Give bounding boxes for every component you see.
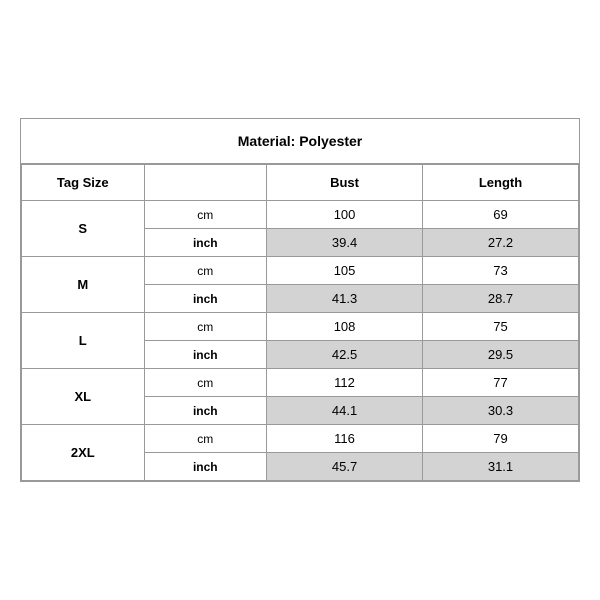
table-row: 2XLcm11679: [22, 425, 579, 453]
size-label: S: [22, 201, 145, 257]
bust-cm: 105: [267, 257, 423, 285]
bust-cm: 108: [267, 313, 423, 341]
header-tag-size: Tag Size: [22, 165, 145, 201]
unit-cm: cm: [144, 425, 267, 453]
size-table: Tag Size Bust Length Scm10069inch39.427.…: [21, 164, 579, 481]
table-row: Lcm10875: [22, 313, 579, 341]
header-bust: Bust: [267, 165, 423, 201]
unit-inch: inch: [144, 341, 267, 369]
size-label: M: [22, 257, 145, 313]
length-cm: 69: [423, 201, 579, 229]
length-cm: 75: [423, 313, 579, 341]
bust-inch: 41.3: [267, 285, 423, 313]
bust-cm: 112: [267, 369, 423, 397]
length-inch: 30.3: [423, 397, 579, 425]
bust-inch: 39.4: [267, 229, 423, 257]
size-label: L: [22, 313, 145, 369]
table-row: Scm10069: [22, 201, 579, 229]
unit-cm: cm: [144, 313, 267, 341]
header-length: Length: [423, 165, 579, 201]
bust-inch: 45.7: [267, 453, 423, 481]
size-chart-container: Material: Polyester Tag Size Bust Length…: [20, 118, 580, 482]
length-cm: 79: [423, 425, 579, 453]
unit-inch: inch: [144, 285, 267, 313]
unit-cm: cm: [144, 201, 267, 229]
length-cm: 77: [423, 369, 579, 397]
bust-inch: 44.1: [267, 397, 423, 425]
length-inch: 29.5: [423, 341, 579, 369]
unit-inch: inch: [144, 229, 267, 257]
length-inch: 31.1: [423, 453, 579, 481]
unit-cm: cm: [144, 257, 267, 285]
size-label: 2XL: [22, 425, 145, 481]
length-inch: 27.2: [423, 229, 579, 257]
bust-cm: 116: [267, 425, 423, 453]
length-inch: 28.7: [423, 285, 579, 313]
table-row: Mcm10573: [22, 257, 579, 285]
size-label: XL: [22, 369, 145, 425]
unit-inch: inch: [144, 397, 267, 425]
bust-cm: 100: [267, 201, 423, 229]
unit-inch: inch: [144, 453, 267, 481]
unit-cm: cm: [144, 369, 267, 397]
table-row: XLcm11277: [22, 369, 579, 397]
chart-title: Material: Polyester: [21, 119, 579, 164]
bust-inch: 42.5: [267, 341, 423, 369]
length-cm: 73: [423, 257, 579, 285]
header-unit: [144, 165, 267, 201]
